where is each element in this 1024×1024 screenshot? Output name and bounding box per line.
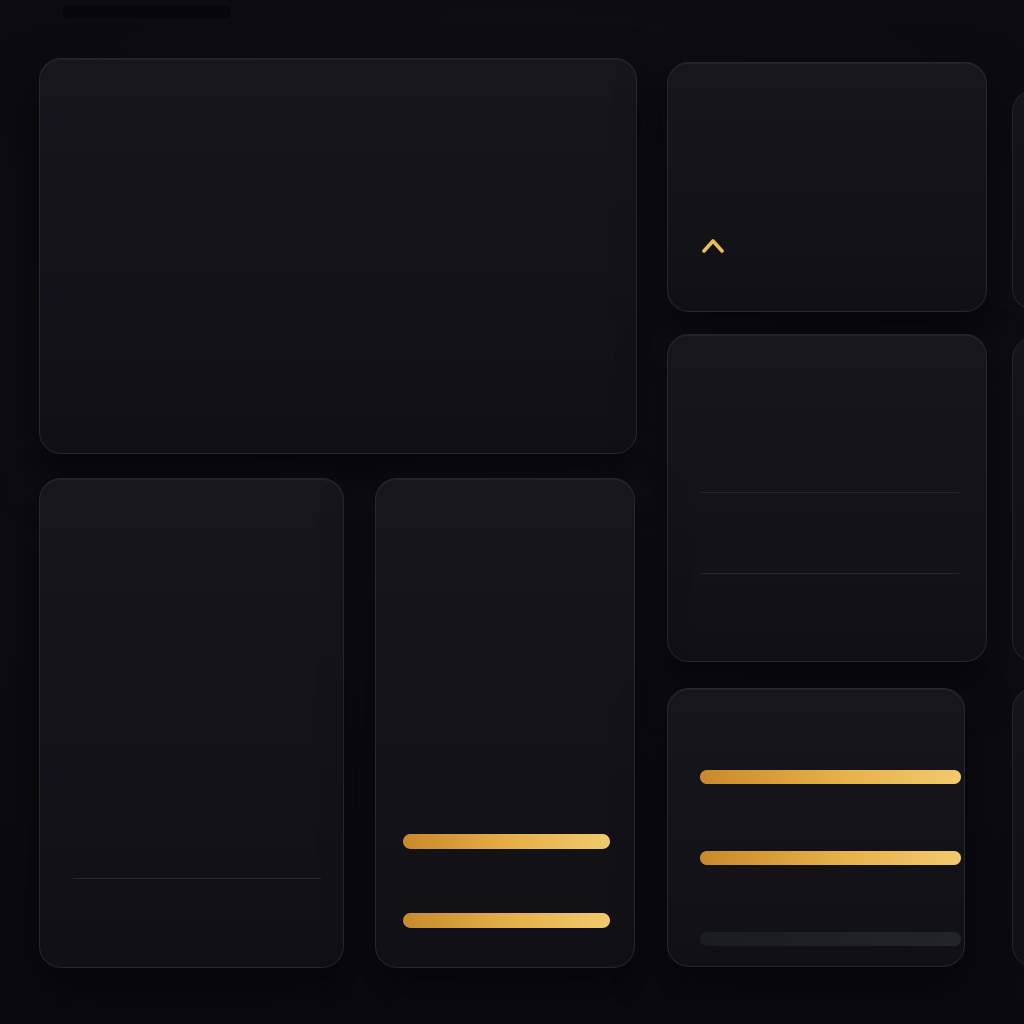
- total-sales-card: [39, 478, 344, 968]
- metric-row-net-profit: [701, 594, 959, 634]
- partial-card: [1012, 337, 1024, 662]
- revenue-growth-line-chart: [40, 131, 636, 391]
- progress-fill: [403, 834, 610, 849]
- progress-track: [700, 932, 961, 946]
- metric-row-customers: [701, 431, 959, 471]
- progress-fill: [700, 851, 961, 865]
- line-chart-x-axis: [40, 404, 636, 430]
- divider: [701, 492, 959, 493]
- bar-chart-x-axis: [40, 831, 343, 857]
- sales-by-category-donut-chart: [376, 574, 634, 764]
- category-row: [700, 887, 936, 919]
- partial-card: [1012, 688, 1024, 967]
- dashboard-root: { "colors": { "background": "#0c0c10", "…: [0, 0, 1024, 1024]
- divider: [73, 878, 321, 879]
- category-row: [700, 723, 936, 755]
- metrics-card: [667, 334, 987, 662]
- progress-fill: [700, 932, 961, 946]
- revenue-growth-card: [39, 58, 637, 454]
- category-row: [408, 785, 606, 817]
- decorative-dark-rect: [63, 6, 231, 18]
- progress-track: [700, 851, 961, 865]
- partial-card: [1012, 90, 1024, 310]
- category-row: [408, 867, 606, 899]
- metric-row-expenses: [701, 513, 959, 553]
- sales-by-category-card: [375, 478, 635, 968]
- divider: [701, 573, 959, 574]
- progress-fill: [700, 770, 961, 784]
- progress-track: [403, 834, 610, 849]
- progress-fill: [403, 913, 610, 928]
- total-sales-bar-chart: [40, 561, 343, 811]
- category-row: [700, 805, 936, 837]
- revenue-kpi-card: [667, 62, 987, 312]
- progress-track: [700, 770, 961, 784]
- progress-track: [403, 913, 610, 928]
- trend-up-icon: [701, 237, 725, 254]
- category-list-card: [667, 688, 965, 967]
